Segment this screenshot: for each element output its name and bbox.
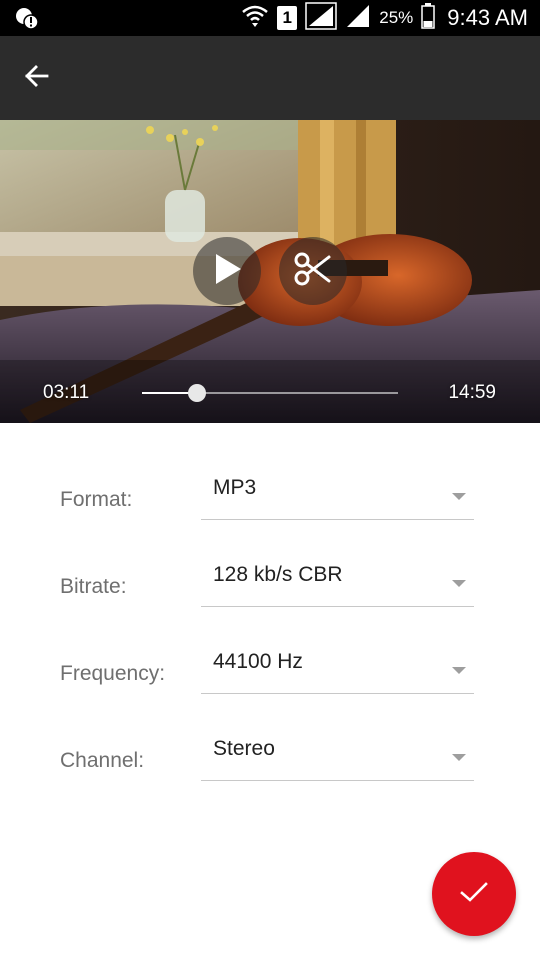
format-row: Format: MP3 — [0, 468, 540, 528]
signal-strength-icon — [305, 1, 337, 35]
channel-label: Channel: — [60, 749, 145, 772]
total-time: 14:59 — [448, 382, 496, 403]
format-dropdown[interactable]: MP3 — [201, 468, 474, 520]
back-button[interactable] — [14, 56, 58, 100]
battery-percent: 25% — [379, 8, 414, 27]
dropdown-arrow-icon — [452, 493, 466, 500]
cut-button[interactable] — [279, 237, 347, 305]
dropdown-arrow-icon — [452, 754, 466, 761]
wifi-icon — [241, 3, 269, 34]
app-toolbar — [0, 36, 540, 120]
scissors-icon — [293, 249, 333, 294]
frequency-label: Frequency: — [60, 662, 166, 685]
format-value: MP3 — [213, 476, 257, 499]
current-time: 03:11 — [43, 382, 90, 403]
bitrate-value: 128 kb/s CBR — [213, 563, 343, 586]
video-preview[interactable]: 03:11 14:59 — [0, 120, 540, 423]
play-icon — [210, 251, 244, 292]
bitrate-label: Bitrate: — [60, 575, 127, 598]
frequency-dropdown[interactable]: 44100 Hz — [201, 642, 474, 694]
checkmark-icon — [459, 880, 489, 909]
battery-icon — [421, 2, 436, 34]
seek-bar-thumb[interactable] — [187, 384, 206, 402]
bitrate-row: Bitrate: 128 kb/s CBR — [0, 555, 540, 615]
dropdown-arrow-icon — [452, 580, 466, 587]
channel-dropdown[interactable]: Stereo — [201, 729, 474, 781]
frequency-value: 44100 Hz — [213, 650, 303, 673]
arrow-back-icon — [23, 64, 49, 93]
signal-strength-icon-2 — [345, 3, 371, 34]
confirm-button[interactable] — [432, 852, 516, 936]
format-label: Format: — [60, 488, 133, 511]
sim-slot-badge: 1 — [277, 6, 298, 30]
play-button[interactable] — [193, 237, 261, 305]
channel-row: Channel: Stereo — [0, 729, 540, 789]
status-bar: 1 25% 9:43 AM — [0, 0, 540, 36]
seek-bar[interactable] — [142, 384, 398, 402]
status-clock: 9:43 AM — [447, 5, 528, 30]
frequency-row: Frequency: 44100 Hz — [0, 642, 540, 702]
dropdown-arrow-icon — [452, 667, 466, 674]
bitrate-dropdown[interactable]: 128 kb/s CBR — [201, 555, 474, 607]
channel-value: Stereo — [213, 737, 275, 760]
video-thumbnail — [0, 120, 540, 423]
notification-icon — [14, 6, 40, 35]
